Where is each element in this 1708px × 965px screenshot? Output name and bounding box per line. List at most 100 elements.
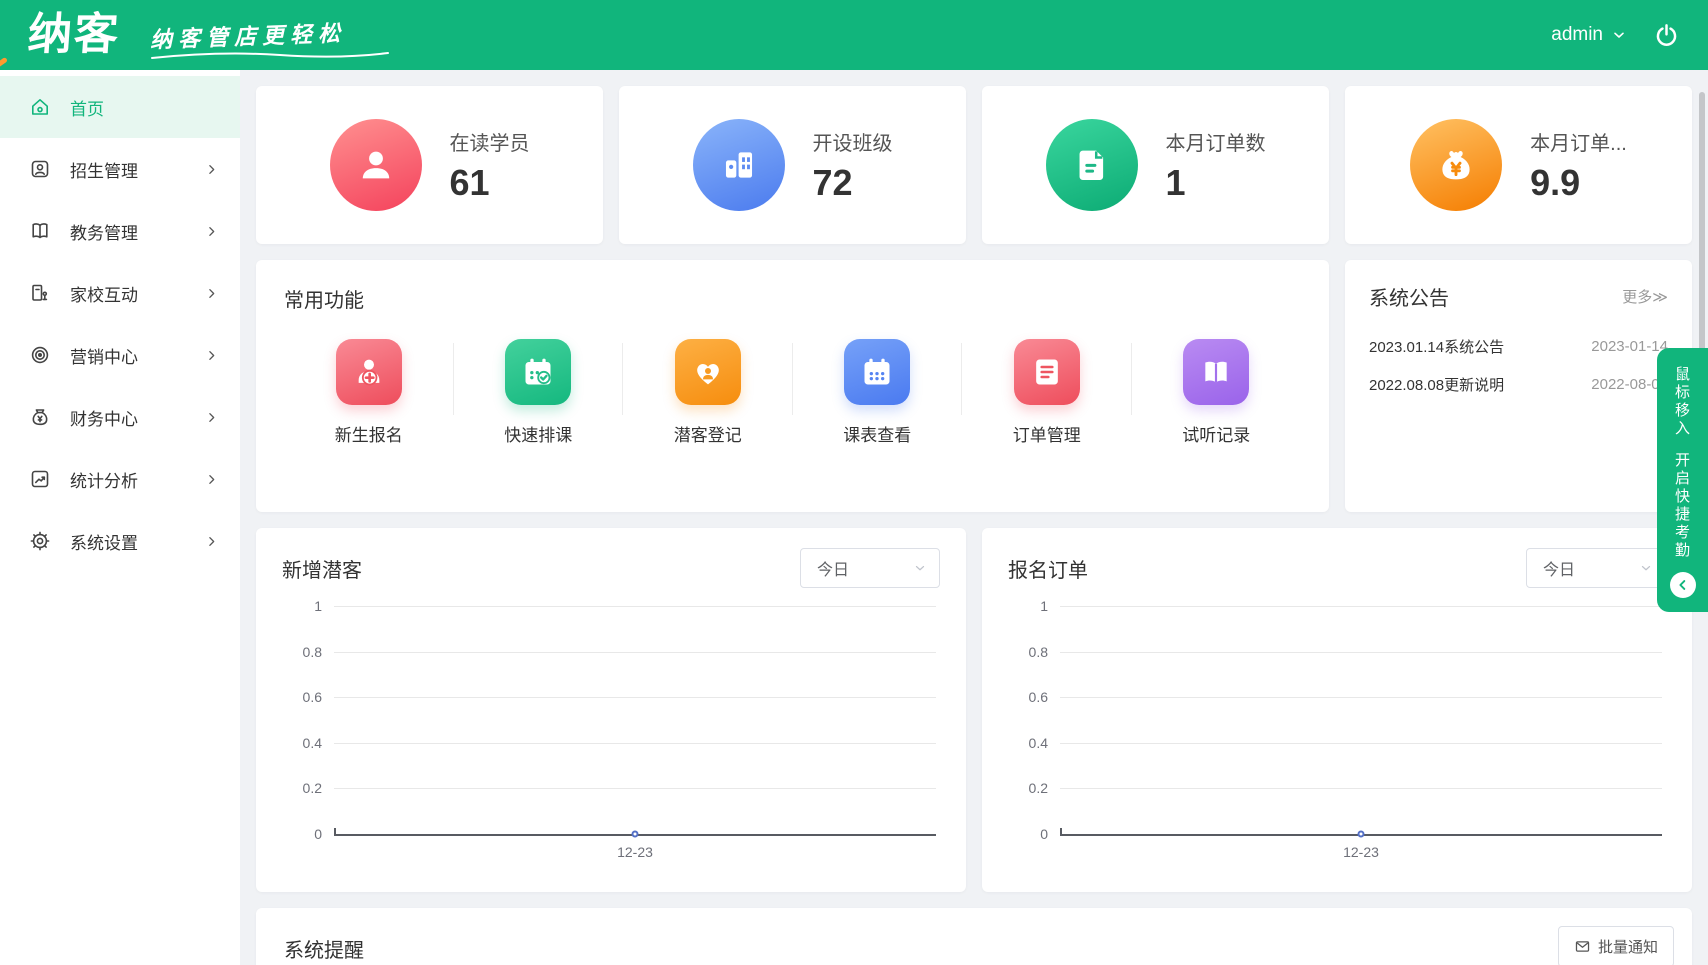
chevron-right-icon	[205, 535, 218, 548]
admissions-icon	[28, 157, 52, 181]
more-link[interactable]: 更多≫	[1622, 286, 1668, 307]
chart-title: 报名订单	[1008, 559, 1088, 582]
stats-row: 在读学员 61 开设班级 72 本月订单数 1 本月订单... 9.9	[256, 86, 1692, 244]
reminders-panel: 系统提醒 批量通知	[256, 908, 1692, 965]
order-icon	[1045, 119, 1138, 211]
sidebar-item-home[interactable]: 首页	[0, 76, 240, 138]
stat-value: 61	[449, 161, 490, 203]
sidebar-item-label: 营销中心	[70, 347, 138, 367]
sidebar-item-admissions[interactable]: 招生管理	[0, 138, 240, 200]
stats-icon	[28, 467, 52, 491]
tab-action-text: 开启快捷考勤	[1674, 452, 1690, 559]
quick-item-label: 快速排课	[504, 426, 573, 445]
chevron-right-icon	[205, 349, 218, 362]
chevron-right-icon	[205, 411, 218, 424]
sidebar-item-label: 统计分析	[70, 471, 138, 491]
stat-label: 本月订单...	[1530, 132, 1627, 155]
stat-card-students[interactable]: 在读学员 61	[256, 86, 603, 244]
user-menu[interactable]: admin	[1551, 24, 1627, 46]
logo-accent-stroke	[0, 56, 8, 71]
sidebar-item-label: 系统设置	[70, 533, 138, 553]
envelope-icon	[1574, 938, 1591, 955]
stat-label: 本月订单数	[1165, 132, 1266, 155]
header-actions: admin	[1551, 22, 1680, 49]
enroll-icon	[335, 339, 402, 405]
sidebar-item-settings[interactable]: 系统设置	[0, 510, 240, 572]
timetable-icon	[844, 339, 911, 405]
quick-item-label: 新生报名	[334, 426, 403, 445]
middle-row: 常用功能 新生报名 快速排课 潜客登记 课表查看 订单管理 试听记录 系统公告 …	[256, 260, 1692, 512]
chevron-left-icon	[1669, 572, 1696, 598]
announcement-row[interactable]: 2023.01.14系统公告 2023-01-14	[1369, 327, 1668, 365]
tab-hint-text: 鼠标移入	[1674, 366, 1690, 437]
logo-text: 纳客	[26, 10, 122, 59]
settings-icon	[28, 529, 52, 553]
sidebar-item-statistics[interactable]: 统计分析	[0, 448, 240, 510]
sidebar-item-label: 家校互动	[70, 285, 138, 305]
sidebar-item-label: 教务管理	[70, 223, 138, 243]
sidebar-item-home-school[interactable]: 家校互动	[0, 262, 240, 324]
student-icon	[329, 119, 422, 211]
quick-attendance-tab[interactable]: 鼠标移入 开启快捷考勤	[1657, 348, 1708, 612]
finance-icon	[28, 405, 52, 429]
sidebar-nav: 首页 招生管理 教务管理 家校互动 营销中心 财务中心 统计分析 系统设置	[0, 70, 240, 965]
charts-row: 新增潜客 今日 1 0.8 0.6 0.4 0.2 0 12-23 报名订单 今日	[256, 528, 1692, 892]
brand-logo: 纳客 纳客管店更轻松	[0, 10, 389, 71]
home-icon	[28, 95, 52, 119]
schedule-icon	[505, 339, 572, 405]
stat-label: 开设班级	[812, 132, 893, 155]
batch-notify-label: 批量通知	[1597, 939, 1658, 956]
stat-value: 72	[812, 161, 853, 203]
stat-card-classes[interactable]: 开设班级 72	[619, 86, 966, 244]
chevron-down-icon	[1639, 561, 1653, 575]
trial-icon	[1183, 339, 1250, 405]
announcement-row[interactable]: 2022.08.08更新说明 2022-08-08	[1369, 365, 1668, 403]
panel-title: 系统公告	[1369, 288, 1449, 310]
quick-item-timetable[interactable]: 课表查看	[793, 339, 963, 446]
stat-value: 9.9	[1530, 161, 1581, 203]
batch-notify-button[interactable]: 批量通知	[1557, 926, 1674, 965]
quick-item-schedule[interactable]: 快速排课	[454, 339, 624, 446]
chevron-right-icon	[205, 225, 218, 238]
top-header: 纳客 纳客管店更轻松 admin	[0, 0, 1708, 71]
power-icon	[1653, 22, 1680, 49]
class-icon	[692, 119, 785, 211]
chevron-right-icon	[205, 163, 218, 176]
logout-button[interactable]	[1653, 22, 1680, 49]
sidebar-item-label: 首页	[70, 99, 104, 119]
announcement-date: 2023-01-14	[1591, 337, 1668, 355]
stat-card-month-revenue[interactable]: 本月订单... 9.9	[1345, 86, 1692, 244]
quick-item-orders[interactable]: 订单管理	[962, 339, 1132, 446]
period-select[interactable]: 今日	[800, 548, 940, 588]
quick-item-trial[interactable]: 试听记录	[1132, 339, 1302, 446]
sidebar-item-marketing[interactable]: 营销中心	[0, 324, 240, 386]
chart-card-new-leads: 新增潜客 今日 1 0.8 0.6 0.4 0.2 0 12-23	[256, 528, 966, 892]
brand-tagline: 纳客管店更轻松	[150, 19, 389, 59]
quick-item-label: 课表查看	[843, 426, 912, 445]
tagline-underline	[151, 52, 389, 59]
sidebar-item-academic[interactable]: 教务管理	[0, 200, 240, 262]
username-label: admin	[1551, 24, 1603, 45]
sidebar-item-finance[interactable]: 财务中心	[0, 386, 240, 448]
period-select-value: 今日	[817, 562, 850, 579]
announcement-title: 2022.08.08更新说明	[1369, 376, 1505, 394]
period-select[interactable]: 今日	[1526, 548, 1666, 588]
line-chart-enroll-orders: 1 0.8 0.6 0.4 0.2 0 12-23	[1008, 598, 1662, 860]
marketing-icon	[28, 343, 52, 367]
panel-title: 系统提醒	[284, 940, 364, 962]
chart-title: 新增潜客	[282, 559, 362, 582]
chart-card-enroll-orders: 报名订单 今日 1 0.8 0.6 0.4 0.2 0 12-23	[982, 528, 1692, 892]
quick-item-enroll[interactable]: 新生报名	[284, 339, 454, 446]
quick-item-leads[interactable]: 潜客登记	[623, 339, 793, 446]
panel-title: 常用功能	[284, 290, 364, 312]
quick-item-label: 订单管理	[1012, 426, 1081, 445]
chevron-right-icon	[205, 473, 218, 486]
stat-card-month-orders[interactable]: 本月订单数 1	[982, 86, 1329, 244]
lead-icon	[674, 339, 741, 405]
main-content: 在读学员 61 开设班级 72 本月订单数 1 本月订单... 9.9 常用功能…	[240, 70, 1708, 965]
announcement-title: 2023.01.14系统公告	[1369, 338, 1505, 356]
revenue-icon	[1410, 119, 1503, 211]
quick-item-label: 试听记录	[1182, 426, 1251, 445]
app-window: 纳客 纳客管店更轻松 admin 首页 招生管理 教务管理 家校互动 营销中心 …	[0, 0, 1708, 965]
quick-item-label: 潜客登记	[673, 426, 742, 445]
